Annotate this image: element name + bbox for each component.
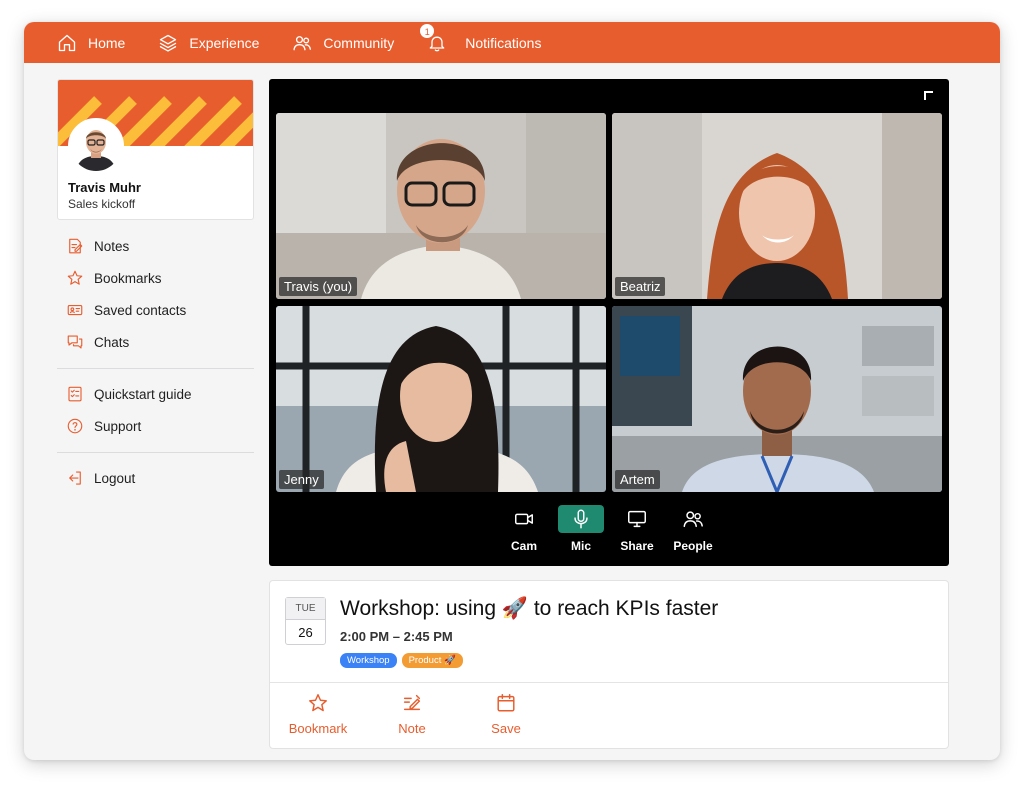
nav-community-label: Community [323, 34, 395, 51]
share-label: Share [620, 539, 654, 553]
event-title: Workshop: using 🚀 to reach KPIs faster [340, 597, 719, 620]
profile-subtitle: Sales kickoff [68, 197, 136, 211]
profile-card[interactable]: Travis Muhr Sales kickoff [57, 79, 254, 220]
nav-home-label: Home [88, 34, 126, 51]
participant-tile-travis[interactable]: Travis (you) [276, 113, 606, 299]
nav-notifications-label: Notifications [465, 34, 542, 51]
cam-label: Cam [510, 539, 537, 553]
home-icon [58, 34, 76, 51]
participant-name: Travis (you) [279, 277, 358, 296]
tag-workshop[interactable]: Workshop [340, 653, 397, 668]
sidebar-item-support[interactable]: Support [57, 410, 254, 442]
sidebar-item-quickstart[interactable]: Quickstart guide [57, 378, 254, 410]
people-icon [683, 511, 703, 528]
participant-tile-beatriz[interactable]: Beatriz [612, 113, 942, 299]
sidebar-item-label: Notes [94, 238, 130, 254]
profile-name: Travis Muhr [68, 180, 141, 195]
camera-icon [515, 513, 533, 525]
contact-card-icon [67, 304, 83, 316]
event-divider [270, 682, 948, 683]
sidebar-item-label: Support [94, 418, 142, 434]
logout-icon [69, 471, 81, 485]
people-label: People [673, 539, 713, 553]
event-time: 2:00 PM – 2:45 PM [340, 629, 453, 644]
save-label: Save [491, 721, 521, 736]
save-button[interactable]: Save [466, 692, 546, 736]
sidebar-item-chats[interactable]: Chats [57, 326, 254, 358]
checklist-icon [68, 386, 82, 402]
nav-notifications[interactable]: 1 Notifications [419, 22, 542, 53]
top-nav: Home Experience Community 1 Notification… [24, 22, 1000, 63]
mic-label: Mic [570, 539, 591, 553]
participant-name: Jenny [279, 470, 324, 489]
bell-wrapper: 1 [419, 22, 447, 53]
mic-button[interactable]: Mic [558, 505, 604, 553]
nav-community[interactable]: Community [292, 33, 394, 53]
chat-icon [67, 335, 83, 349]
cam-button[interactable]: Cam [501, 505, 547, 553]
nav-home[interactable]: Home [57, 33, 125, 53]
bookmark-label: Bookmark [288, 721, 348, 736]
notes-icon [69, 238, 83, 254]
notification-badge: 1 [419, 22, 436, 39]
star-icon [67, 270, 83, 285]
participant-video [612, 306, 942, 492]
participant-tile-artem[interactable]: Artem [612, 306, 942, 492]
sidebar-item-label: Chats [94, 334, 130, 350]
event-date-number: 26 [298, 625, 313, 640]
participant-video [612, 113, 942, 299]
event-card: TUE 26 Workshop: using 🚀 to reach KPIs f… [269, 580, 949, 749]
note-button[interactable]: Note [372, 692, 452, 736]
sidebar-item-saved-contacts[interactable]: Saved contacts [57, 294, 254, 326]
people-icon [293, 35, 312, 50]
people-button[interactable]: People [670, 505, 716, 553]
sidebar-item-label: Bookmarks [94, 270, 162, 286]
sidebar-divider [57, 368, 254, 369]
participant-video [276, 113, 606, 299]
sidebar-item-label: Quickstart guide [94, 386, 192, 402]
event-date-day: TUE [286, 598, 325, 620]
expand-icon[interactable] [923, 90, 935, 102]
call-controls: Cam Mic Share People [269, 505, 949, 565]
sidebar-item-label: Saved contacts [94, 302, 187, 318]
bookmark-button[interactable]: Bookmark [278, 692, 358, 736]
event-tags: Workshop Product 🚀 [340, 653, 468, 668]
tag-product[interactable]: Product 🚀 [401, 653, 463, 668]
calendar-icon [497, 694, 515, 712]
participant-video [276, 306, 606, 492]
sidebar-divider [57, 452, 254, 453]
share-button[interactable]: Share [614, 505, 660, 553]
app-window: Home Experience Community 1 Notification… [24, 22, 1000, 760]
star-icon [309, 694, 327, 712]
participant-name: Artem [615, 470, 660, 489]
sidebar-menu-account: Logout [57, 462, 254, 494]
note-label: Note [398, 721, 426, 736]
sidebar-menu-help: Quickstart guide Support [57, 378, 254, 442]
nav-experience-label: Experience [189, 34, 260, 51]
avatar [68, 118, 124, 174]
monitor-icon [628, 510, 646, 528]
event-date: TUE 26 [285, 597, 326, 645]
nav-experience[interactable]: Experience [158, 33, 259, 53]
layers-icon [160, 34, 177, 52]
sidebar-item-logout[interactable]: Logout [57, 462, 254, 494]
video-call-panel: Travis (you) Beatriz Jenny Artem Cam Mic… [269, 79, 949, 566]
participant-name: Beatriz [615, 277, 666, 296]
mic-icon [574, 509, 588, 529]
sidebar-item-label: Logout [94, 470, 136, 486]
help-circle-icon [67, 418, 83, 434]
sidebar-item-notes[interactable]: Notes [57, 230, 254, 262]
participant-tile-jenny[interactable]: Jenny [276, 306, 606, 492]
sidebar-menu-main: Notes Bookmarks Saved contacts Chats [57, 230, 254, 358]
edit-icon [403, 694, 421, 711]
sidebar-item-bookmarks[interactable]: Bookmarks [57, 262, 254, 294]
